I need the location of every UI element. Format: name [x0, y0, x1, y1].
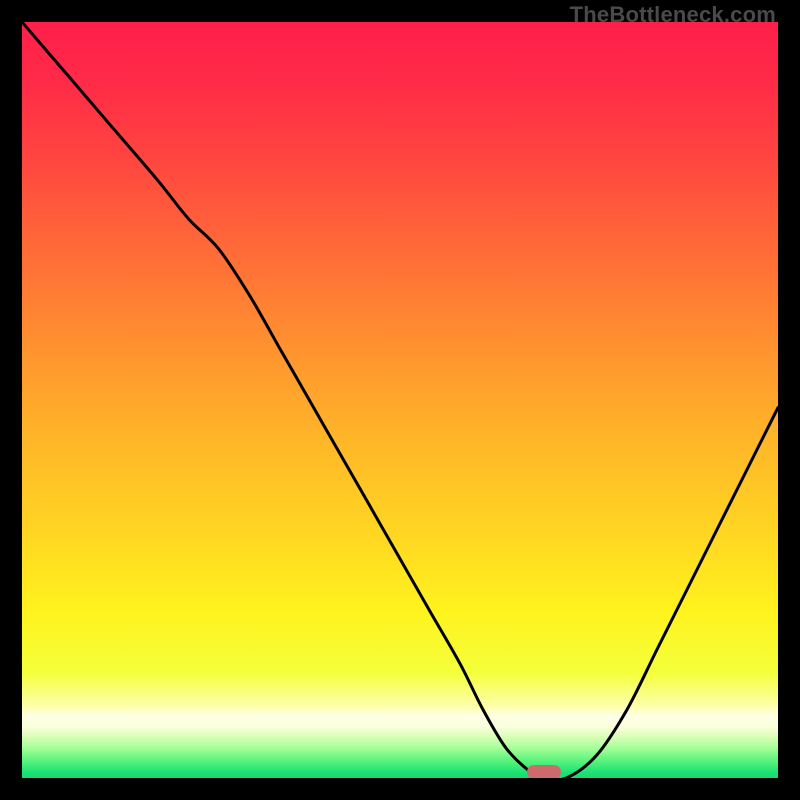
optimal-marker — [527, 765, 561, 778]
watermark-text: TheBottleneck.com — [570, 2, 776, 28]
plot-area — [22, 22, 778, 778]
chart-frame: TheBottleneck.com — [0, 0, 800, 800]
bottleneck-curve — [22, 22, 778, 778]
